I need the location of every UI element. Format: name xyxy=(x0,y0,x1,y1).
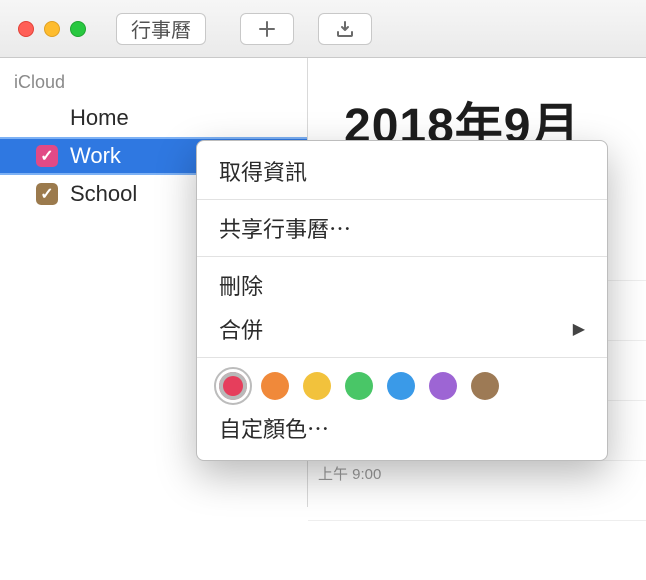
titlebar: 行事曆 xyxy=(0,0,646,58)
menu-item-label: 合併 xyxy=(219,313,263,345)
color-swatch-green[interactable] xyxy=(345,372,373,400)
close-window-icon[interactable] xyxy=(18,21,34,37)
calendars-toggle-button[interactable]: 行事曆 xyxy=(116,13,206,45)
sidebar-item-label: School xyxy=(70,181,137,207)
window-traffic-lights xyxy=(18,21,86,37)
menu-item-get-info[interactable]: 取得資訊 xyxy=(197,149,607,193)
menu-item-label: 取得資訊 xyxy=(219,155,307,187)
checkbox-icon[interactable]: ✓ xyxy=(36,107,58,129)
color-swatch-blue[interactable] xyxy=(387,372,415,400)
zoom-window-icon[interactable] xyxy=(70,21,86,37)
checkbox-icon[interactable]: ✓ xyxy=(36,183,58,205)
color-swatch-yellow[interactable] xyxy=(303,372,331,400)
checkbox-icon[interactable]: ✓ xyxy=(36,145,58,167)
submenu-arrow-icon: ▶ xyxy=(573,319,585,339)
menu-separator xyxy=(197,357,607,358)
context-menu: 取得資訊 共享行事曆⋯ 刪除 合併 ▶ 自定顏色⋯ xyxy=(196,140,608,461)
inbox-button[interactable] xyxy=(318,13,372,45)
download-tray-icon xyxy=(335,19,355,39)
sidebar-section-header: iCloud xyxy=(0,68,307,99)
sidebar-item-label: Home xyxy=(70,105,129,131)
color-swatch-purple[interactable] xyxy=(429,372,457,400)
menu-separator xyxy=(197,199,607,200)
time-label: 上午 9:00 xyxy=(318,463,381,484)
sidebar-item-label: Work xyxy=(70,143,121,169)
menu-item-label: 自定顏色⋯ xyxy=(219,412,329,444)
menu-item-delete[interactable]: 刪除 xyxy=(197,263,607,307)
minimize-window-icon[interactable] xyxy=(44,21,60,37)
menu-item-share-calendar[interactable]: 共享行事曆⋯ xyxy=(197,206,607,250)
menu-item-label: 刪除 xyxy=(219,269,263,301)
toolbar-title-label: 行事曆 xyxy=(131,14,191,43)
plus-icon xyxy=(257,19,277,39)
menu-item-merge[interactable]: 合併 ▶ xyxy=(197,307,607,351)
menu-item-custom-color[interactable]: 自定顏色⋯ xyxy=(197,406,607,450)
menu-separator xyxy=(197,256,607,257)
sidebar-item-home[interactable]: ✓ Home xyxy=(0,99,307,137)
menu-item-label: 共享行事曆⋯ xyxy=(219,212,351,244)
add-event-button[interactable] xyxy=(240,13,294,45)
color-swatch-row xyxy=(197,364,607,406)
color-swatch-brown[interactable] xyxy=(471,372,499,400)
color-swatch-red[interactable] xyxy=(219,372,247,400)
color-swatch-orange[interactable] xyxy=(261,372,289,400)
